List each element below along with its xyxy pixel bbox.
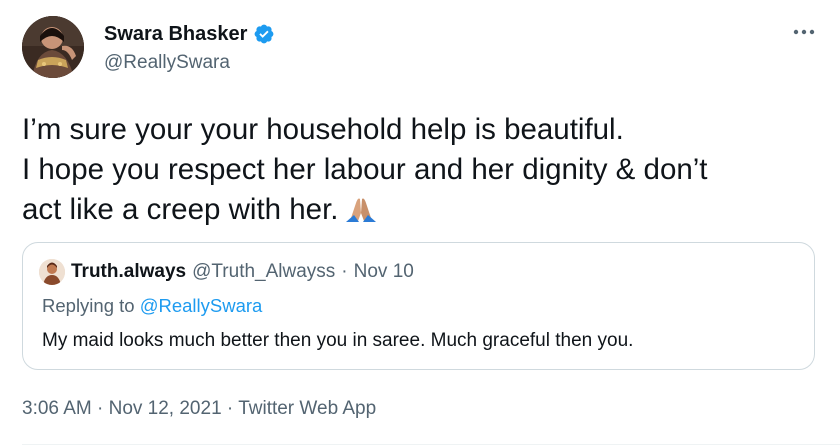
verified-badge-icon bbox=[253, 23, 275, 45]
tweet-time[interactable]: 3:06 AM bbox=[22, 398, 92, 419]
tweet-line: I’m sure your your household help is bea… bbox=[22, 113, 624, 146]
quote-date[interactable]: Nov 10 bbox=[354, 261, 414, 283]
replying-to: Replying to @ReallySwara bbox=[42, 295, 262, 317]
quote-handle[interactable]: @Truth_Alwayss bbox=[192, 261, 335, 283]
replying-prefix: Replying to bbox=[42, 295, 140, 316]
quote-separator: · bbox=[341, 261, 348, 282]
tweet-text: I’m sure your your household help is bea… bbox=[22, 110, 822, 230]
tweet-source[interactable]: Twitter Web App bbox=[238, 398, 376, 419]
folded-hands-icon bbox=[344, 193, 378, 223]
more-options-button[interactable] bbox=[790, 22, 818, 42]
tweet-line: I hope you respect her labour and her di… bbox=[22, 150, 822, 190]
profile-photo-icon bbox=[22, 16, 84, 78]
tweet-line-text: I hope you respect her labour and her di… bbox=[22, 153, 708, 186]
more-dots-icon bbox=[793, 29, 815, 35]
meta-separator: · bbox=[91, 398, 109, 419]
quote-text: My maid looks much better then you in sa… bbox=[42, 330, 634, 351]
display-name[interactable]: Swara Bhasker bbox=[104, 23, 247, 46]
meta-separator: · bbox=[221, 398, 239, 419]
quote-avatar[interactable] bbox=[39, 259, 65, 285]
quote-profile-photo-icon bbox=[39, 259, 65, 285]
tweet-date[interactable]: Nov 12, 2021 bbox=[109, 398, 222, 419]
tweet-line-text: act like a creep with her. bbox=[22, 193, 339, 226]
quote-header: Truth.always @Truth_Alwayss · Nov 10 bbox=[39, 259, 414, 285]
tweet-metadata: 3:06 AM · Nov 12, 2021 · Twitter Web App bbox=[22, 398, 376, 420]
name-row: Swara Bhasker bbox=[104, 22, 275, 46]
divider bbox=[22, 444, 840, 445]
tweet: Swara Bhasker @ReallySwara I’m sure your… bbox=[0, 0, 840, 446]
replying-handle-link[interactable]: @ReallySwara bbox=[140, 295, 263, 316]
author-info: Swara Bhasker @ReallySwara bbox=[104, 22, 275, 74]
tweet-line: act like a creep with her. bbox=[22, 190, 822, 230]
quoted-tweet[interactable]: Truth.always @Truth_Alwayss · Nov 10 Rep… bbox=[22, 242, 815, 370]
quote-display-name[interactable]: Truth.always bbox=[71, 261, 186, 283]
author-handle[interactable]: @ReallySwara bbox=[104, 52, 275, 74]
avatar[interactable] bbox=[22, 16, 84, 78]
